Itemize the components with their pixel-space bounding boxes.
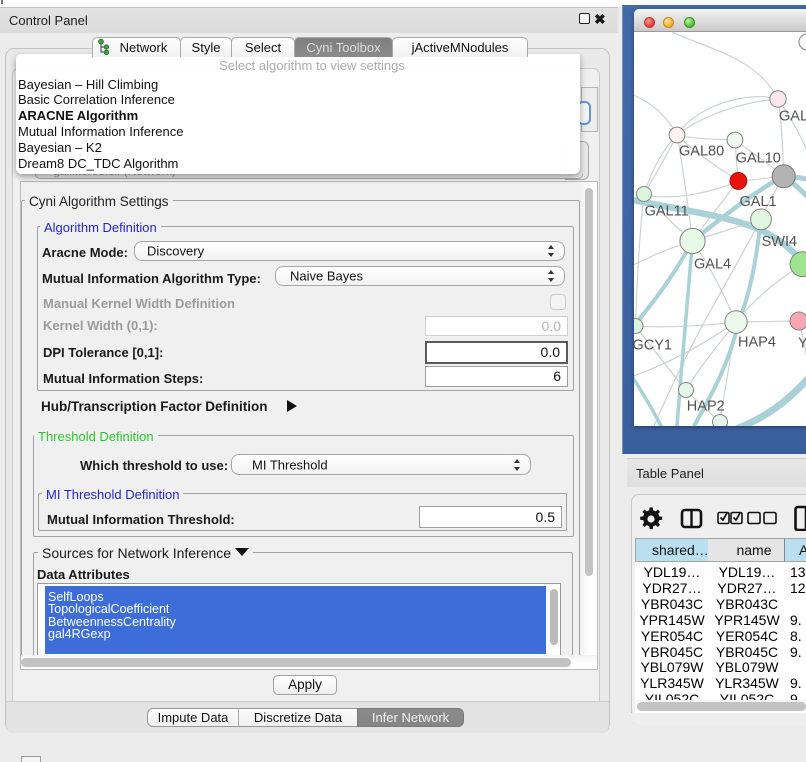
svg-text:HAP4: HAP4 (738, 334, 776, 350)
svg-text:GAL11: GAL11 (645, 203, 689, 219)
svg-text:SWI4: SWI4 (762, 234, 797, 250)
svg-text:GAL4: GAL4 (694, 256, 731, 272)
svg-text:GAL1: GAL1 (740, 194, 777, 210)
svg-text:Y: Y (798, 335, 806, 351)
svg-text:GAL10: GAL10 (736, 150, 781, 166)
svg-text:HAP2: HAP2 (687, 398, 725, 414)
svg-text:GAL80: GAL80 (679, 143, 724, 159)
svg-text:GCY1: GCY1 (634, 337, 672, 353)
svg-text:GAL: GAL (779, 108, 806, 124)
